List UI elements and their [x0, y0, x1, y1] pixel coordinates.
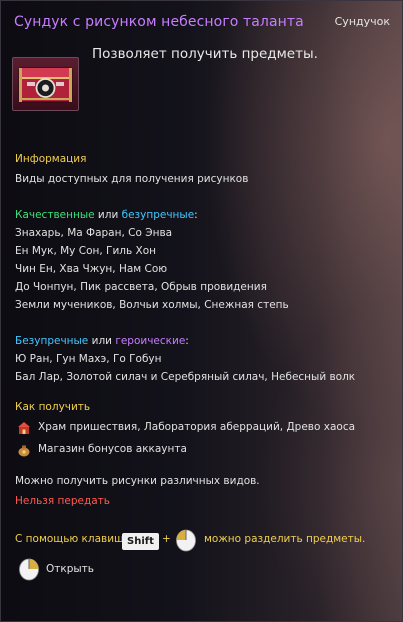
group1-heading: Качественные или безупречные: [15, 209, 198, 221]
group2-line: Бал Лар, Золотой силач и Серебряный сила… [15, 371, 356, 383]
split-hint-plus: + [162, 533, 171, 545]
item-summary: Позволяет получить предметы. [92, 46, 318, 62]
note-text: Можно получить рисунки различных видов. [15, 475, 260, 487]
group2-label-b: героические [115, 335, 186, 347]
obtain-heading: Как получить [15, 401, 91, 413]
shift-key-label: Shift [122, 533, 159, 550]
group1-line: Знахарь, Ма Фаран, Со Энва [15, 227, 173, 239]
source-shrine-label: Храм пришествия, Лаборатория аберраций, … [38, 421, 356, 433]
group1-line: До Чонпун, Пик рассвета, Обрыв провидени… [15, 281, 267, 293]
group1-line: Чин Ен, Хва Чжун, Нам Сою [15, 263, 168, 275]
chest-icon [12, 57, 79, 111]
group1-colon: : [194, 209, 198, 221]
group2-label-a: Безупречные [15, 335, 89, 347]
split-hint-prefix: С помощью клавиш [15, 533, 124, 545]
shift-key: Shift [122, 529, 159, 550]
mouse-right-click-icon [18, 557, 40, 581]
info-text: Виды доступных для получения рисунков [15, 173, 249, 185]
group1-conj: или [97, 209, 119, 221]
group2-line: Ю Ран, Гун Махэ, Го Гобун [15, 353, 162, 365]
item-title: Сундук с рисунком небесного таланта [14, 14, 304, 30]
group1-label-b: безупречные [121, 209, 195, 221]
group1-line: Земли мучеников, Волчьи холмы, Снежная с… [15, 299, 289, 311]
group1-label-a: Качественные [15, 209, 95, 221]
item-category: Сундучок [334, 15, 390, 28]
shrine-icon [17, 420, 31, 434]
group2-heading: Безупречные или героические: [15, 335, 189, 347]
mouse-left-click-icon [175, 528, 197, 552]
open-label: Открыть [46, 563, 94, 575]
bag-icon [17, 442, 31, 457]
group1-line: Ен Мук, Му Сон, Гиль Хон [15, 245, 156, 257]
item-tooltip: Сундук с рисунком небесного таланта Сунд… [0, 0, 403, 622]
restriction-text: Нельзя передать [15, 495, 110, 507]
info-heading: Информация [15, 153, 87, 165]
group2-colon: : [185, 335, 189, 347]
source-shop-label: Магазин бонусов аккаунта [38, 443, 187, 455]
group2-conj: или [91, 335, 112, 347]
split-hint-suffix: можно разделить предметы. [204, 533, 366, 545]
